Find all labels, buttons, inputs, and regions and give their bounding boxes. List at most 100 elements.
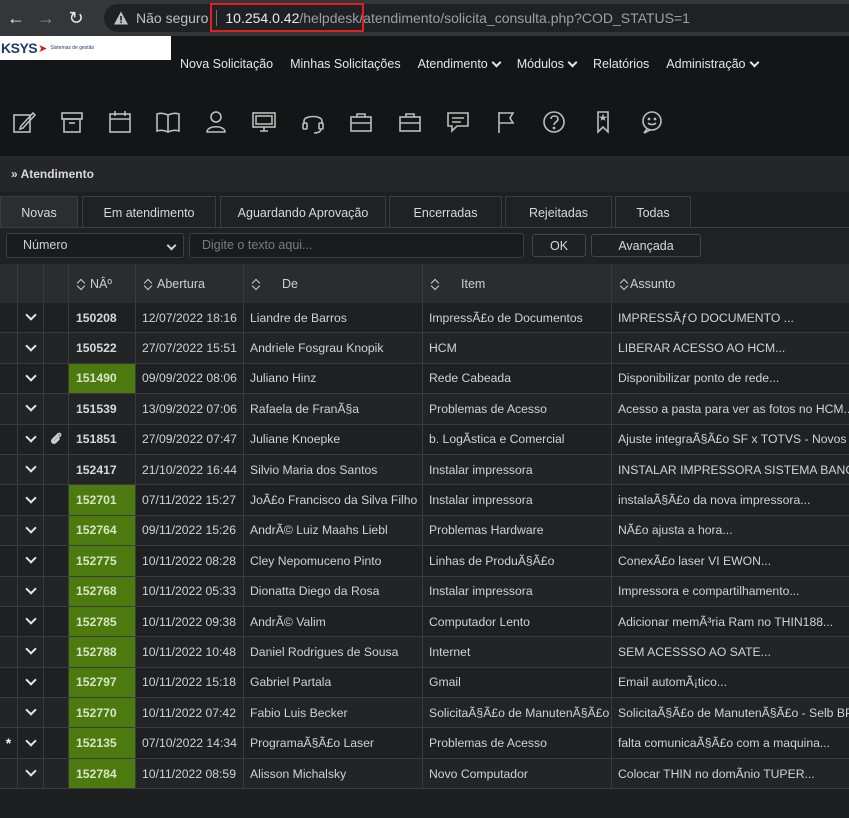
menu-nova-solicitacao[interactable]: Nova Solicitação [180, 57, 273, 71]
subject-text[interactable]: INSTALAR IMPRESSORA SISTEMA BANCO [612, 455, 849, 484]
table-row[interactable]: * 152135 07/10/2022 14:34 ProgramaÃ§Ã£o Las… [0, 728, 849, 759]
expand-toggle[interactable] [18, 758, 44, 789]
expand-toggle[interactable] [18, 667, 44, 698]
ticket-number[interactable]: 152770 [69, 698, 136, 728]
briefcase-icon[interactable] [348, 109, 374, 135]
expand-toggle[interactable] [18, 454, 44, 485]
reload-icon[interactable]: ↻ [61, 0, 91, 36]
table-row[interactable]: 152768 10/11/2022 05:33 Dionatta Diego da … [0, 576, 849, 607]
subject-text[interactable]: SEM ACESSSO AO SATE... [612, 637, 849, 666]
table-row[interactable]: 150522 27/07/2022 15:51 Andriele Fosgrau K… [0, 333, 849, 364]
header-de[interactable]: De [244, 264, 423, 303]
flag-icon[interactable] [493, 109, 519, 135]
table-row[interactable]: 152784 10/11/2022 08:59 Alisson Michalsky N… [0, 758, 849, 790]
expand-toggle[interactable] [18, 333, 44, 363]
menu-relatorios[interactable]: Relatórios [593, 57, 649, 71]
tab-todas[interactable]: Todas [615, 196, 691, 228]
ticket-number[interactable]: 152784 [69, 758, 136, 789]
table-row[interactable]: 151851 27/09/2022 07:47 Juliane Knoepke b. … [0, 424, 849, 455]
expand-toggle[interactable] [18, 515, 44, 546]
expand-toggle[interactable] [18, 394, 44, 424]
table-row[interactable]: 152797 10/11/2022 15:18 Gabriel Partala Gma… [0, 667, 849, 699]
table-row[interactable]: 150208 12/07/2022 18:16 Liandre de Barros I… [0, 303, 849, 334]
ticket-number[interactable]: 152135 [69, 728, 136, 758]
ticket-number[interactable]: 151539 [69, 394, 136, 424]
briefcase-icon[interactable] [397, 109, 423, 135]
search-input[interactable]: Digite o texto aqui... [189, 233, 524, 258]
expand-toggle[interactable] [18, 637, 44, 667]
ticket-number[interactable]: 150522 [69, 333, 136, 363]
subject-text[interactable]: ConexÃ£o laser VI EWON... [612, 546, 849, 575]
ticket-number[interactable]: 151490 [69, 363, 136, 394]
subject-text[interactable]: IMPRESSÃƒO DOCUMENTO ... [612, 303, 849, 332]
menu-administracao[interactable]: Administração [666, 57, 759, 71]
expand-toggle[interactable] [18, 546, 44, 576]
subject-text[interactable]: Adicionar memÃ³ria Ram no THIN188... [612, 607, 849, 636]
menu-minhas-solicitacoes[interactable]: Minhas Solicitações [290, 57, 400, 71]
bookmark-icon[interactable] [590, 109, 616, 135]
back-arrow-icon[interactable]: ← [1, 0, 31, 36]
header-abertura[interactable]: Abertura [136, 264, 244, 303]
subject-text[interactable]: falta comunicaÃ§Ã£o com a maquina... [612, 728, 849, 757]
header-item[interactable]: Item [423, 264, 612, 303]
subject-text[interactable]: instalaÃ§Ã£o da nova impressora... [612, 485, 849, 514]
table-row[interactable]: 152770 10/11/2022 07:42 Fabio Luis Becker S… [0, 698, 849, 729]
forward-arrow-icon[interactable]: → [31, 0, 61, 36]
ticket-number[interactable]: 152417 [69, 454, 136, 485]
tab-em-atendimento[interactable]: Em atendimento [82, 196, 216, 228]
tab-aguardando-aprovacao[interactable]: Aguardando Aprovação [220, 196, 386, 228]
tab-novas[interactable]: Novas [0, 196, 78, 228]
subject-text[interactable]: LIBERAR ACESSO AO HCM... [612, 333, 849, 362]
expand-toggle[interactable] [18, 576, 44, 606]
table-row[interactable]: 152417 21/10/2022 16:44 Silvio Maria dos S… [0, 454, 849, 486]
table-row[interactable]: 152775 10/11/2022 08:28 Cley Nepomuceno Pi… [0, 546, 849, 577]
smile-chat-icon[interactable] [639, 109, 665, 135]
ticket-number[interactable]: 152788 [69, 637, 136, 667]
expand-toggle[interactable] [18, 424, 44, 454]
chat-icon[interactable] [445, 109, 471, 135]
ksys-logo[interactable]: KSYS ➤ Sistemas de gestão [0, 36, 171, 60]
ticket-number[interactable]: 150208 [69, 303, 136, 333]
ok-button[interactable]: OK [532, 234, 586, 257]
ticket-number[interactable]: 152797 [69, 667, 136, 698]
expand-toggle[interactable] [18, 303, 44, 333]
table-row[interactable]: 152785 10/11/2022 09:38 AndrÃ© Valim Comput… [0, 606, 849, 638]
ticket-number[interactable]: 151851 [69, 424, 136, 454]
subject-text[interactable]: Disponibilizar ponto de rede... [612, 364, 849, 393]
monitor-icon[interactable] [251, 109, 277, 135]
edit-icon[interactable] [11, 109, 37, 135]
menu-atendimento[interactable]: Atendimento [418, 57, 502, 71]
table-row[interactable]: 152701 07/11/2022 15:27 JoÃ£o Francisco da… [0, 485, 849, 516]
subject-text[interactable]: NÃ£o ajusta a hora... [612, 516, 849, 545]
table-row[interactable]: 151539 13/09/2022 07:06 Rafaela de FranÃ§a… [0, 394, 849, 425]
menu-modulos[interactable]: Módulos [517, 57, 578, 71]
tab-rejeitadas[interactable]: Rejeitadas [505, 196, 612, 228]
table-row[interactable]: 152764 09/11/2022 15:26 AndrÃ© Luiz Maahs … [0, 515, 849, 547]
archive-icon[interactable] [59, 109, 85, 135]
table-row[interactable]: 152788 10/11/2022 10:48 Daniel Rodrigues d… [0, 637, 849, 668]
subject-text[interactable]: Ajuste integraÃ§Ã£o SF x TOTVS - Novos c [612, 425, 849, 454]
expand-toggle[interactable] [18, 363, 44, 394]
header-assunto[interactable]: Assunto [612, 264, 849, 303]
expand-toggle[interactable] [18, 485, 44, 515]
subject-text[interactable]: Acesso a pasta para ver as fotos no HCM.… [612, 394, 849, 423]
ticket-number[interactable]: 152785 [69, 606, 136, 637]
subject-text[interactable]: Colocar THIN no domÃ­nio TUPER... [612, 759, 849, 788]
help-icon[interactable] [541, 109, 567, 135]
field-select[interactable]: Número [6, 233, 184, 258]
tab-encerradas[interactable]: Encerradas [389, 196, 502, 228]
user-icon[interactable] [203, 109, 229, 135]
ticket-number[interactable]: 152764 [69, 515, 136, 546]
ticket-number[interactable]: 152768 [69, 576, 136, 606]
expand-toggle[interactable] [18, 728, 44, 758]
calendar-icon[interactable] [107, 109, 133, 135]
ticket-number[interactable]: 152775 [69, 546, 136, 576]
subject-text[interactable]: Impressora e compartilhamento... [612, 577, 849, 606]
header-numero[interactable]: NÂº [69, 264, 136, 303]
headset-icon[interactable] [300, 109, 326, 135]
subject-text[interactable]: SolicitaÃ§Ã£o de ManutenÃ§Ã£o - Selb BP [612, 698, 849, 727]
ticket-number[interactable]: 152701 [69, 485, 136, 515]
advanced-search-button[interactable]: Avançada [591, 234, 701, 257]
expand-toggle[interactable] [18, 606, 44, 637]
table-row[interactable]: 151490 09/09/2022 08:06 Juliano Hinz Rede C… [0, 363, 849, 395]
